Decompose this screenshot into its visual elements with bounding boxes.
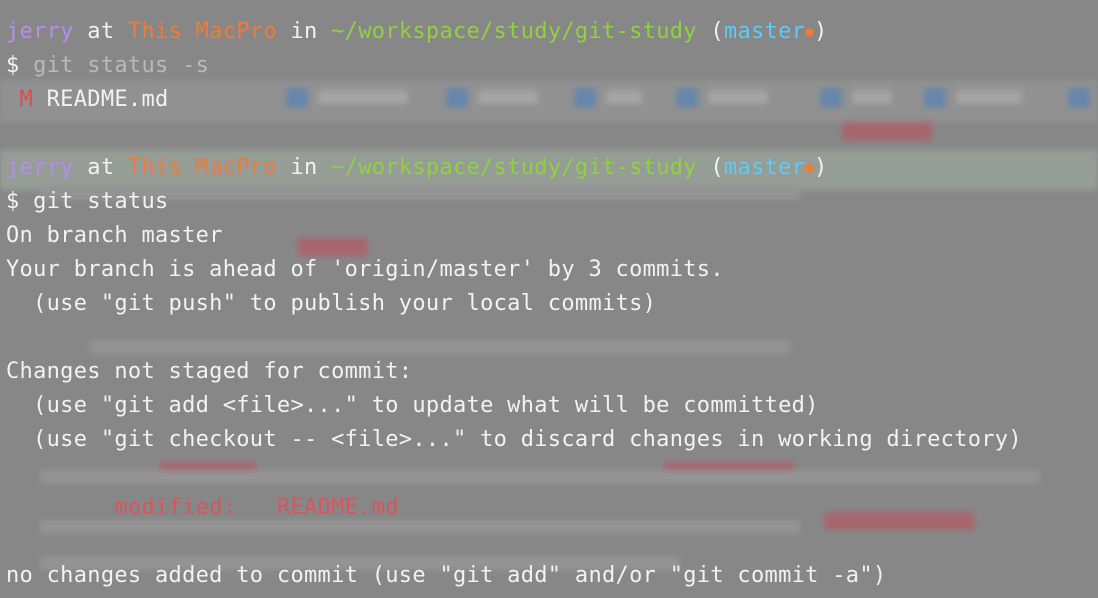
prompt-in: in <box>290 19 318 44</box>
command-line: $ git status -s <box>6 49 1098 83</box>
command-text: git status <box>33 189 169 214</box>
modified-file: README.md <box>276 495 399 520</box>
modified-line: modified: README.md <box>6 491 1098 525</box>
prompt-in: in <box>290 155 318 180</box>
status-flag: M <box>19 87 34 112</box>
output-line: On branch master <box>6 223 223 248</box>
prompt-branch: master <box>723 155 806 180</box>
command-text: git status -s <box>33 53 210 78</box>
dirty-dot-icon: ● <box>805 24 814 40</box>
footer-line: no changes added to commit (use "git add… <box>6 563 887 588</box>
output-line: Changes not staged for commit: <box>6 359 413 384</box>
command-line: $ git status <box>6 185 1098 219</box>
prompt-user: jerry <box>6 155 74 180</box>
prompt-host: This MacPro <box>127 155 277 180</box>
output-line: (use "git add <file>..." to update what … <box>6 393 819 418</box>
prompt-at: at <box>87 155 115 180</box>
prompt-host: This MacPro <box>127 19 277 44</box>
prompt-at: at <box>87 19 115 44</box>
output-line: (use "git push" to publish your local co… <box>6 291 657 316</box>
terminal-window[interactable]: jerry at This MacPro in ~/workspace/stud… <box>0 0 1098 598</box>
prompt-path: ~/workspace/study/git-study <box>331 19 697 44</box>
prompt-branch: master <box>723 19 806 44</box>
output-line: (use "git checkout -- <file>..." to disc… <box>6 427 1022 452</box>
prompt-line: jerry at This MacPro in ~/workspace/stud… <box>6 155 828 180</box>
prompt-user: jerry <box>6 19 74 44</box>
dirty-dot-icon: ● <box>805 160 814 176</box>
prompt-path: ~/workspace/study/git-study <box>331 155 697 180</box>
status-file: README.md <box>46 87 169 112</box>
short-status-line: M README.md <box>6 83 1098 117</box>
output-line: Your branch is ahead of 'origin/master' … <box>6 257 724 282</box>
modified-label: modified: <box>114 495 237 520</box>
prompt-line: jerry at This MacPro in ~/workspace/stud… <box>6 19 828 44</box>
command-dollar: $ <box>6 53 20 78</box>
command-dollar: $ <box>6 189 20 214</box>
